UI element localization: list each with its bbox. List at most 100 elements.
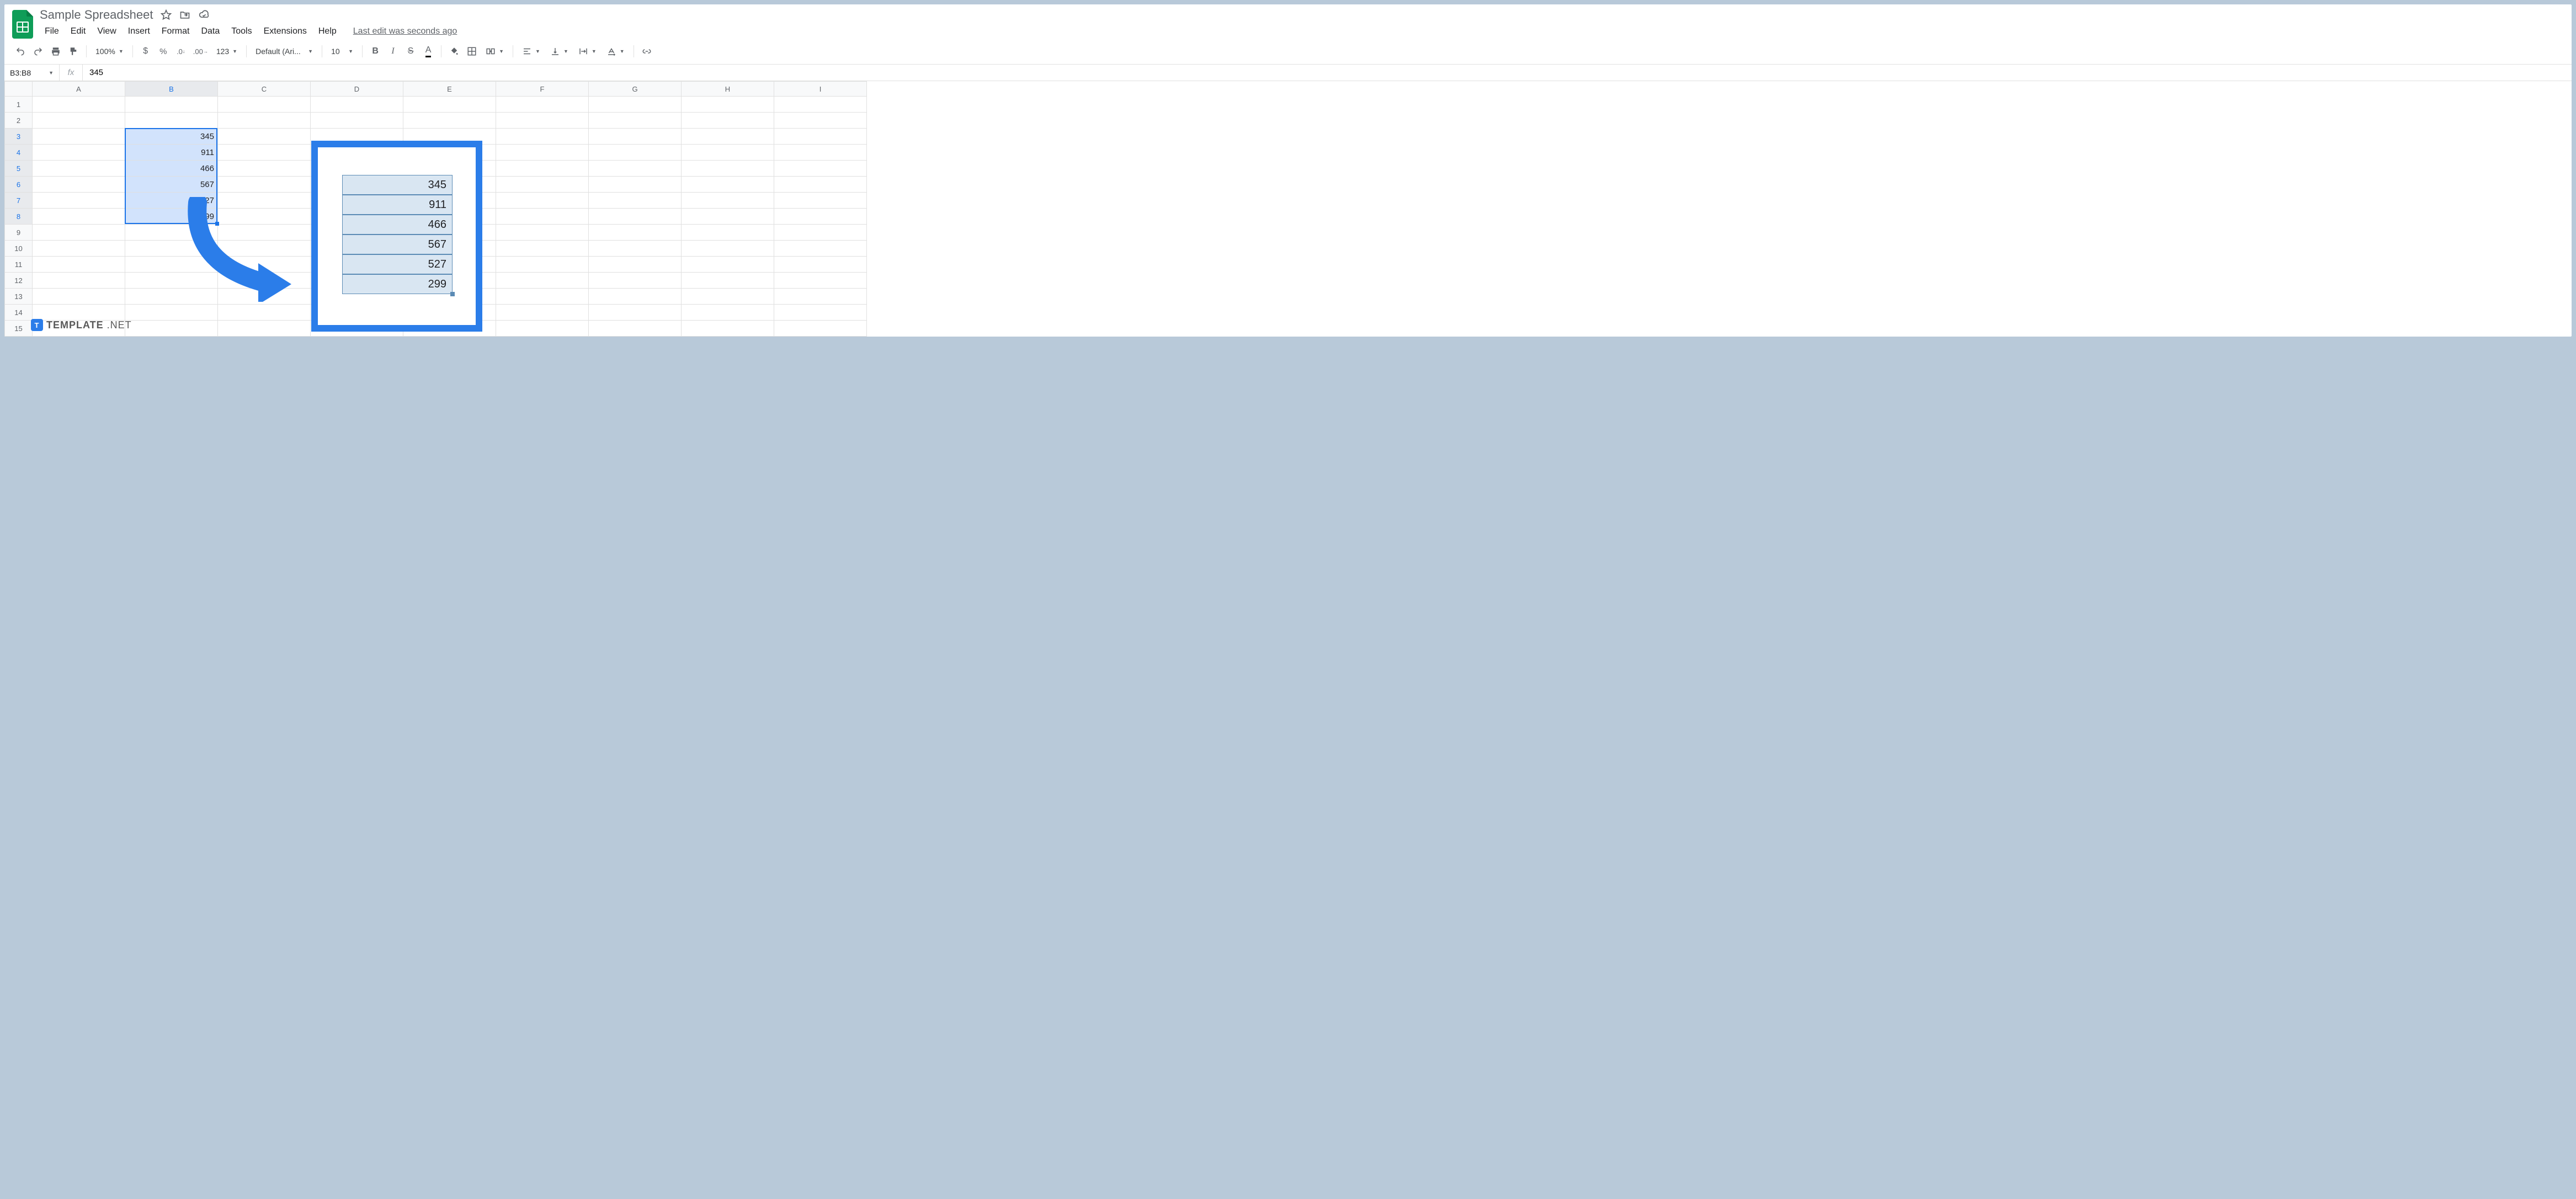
cell[interactable] xyxy=(33,289,125,305)
insert-link-button[interactable] xyxy=(638,43,655,60)
cell[interactable] xyxy=(589,177,682,193)
cell[interactable] xyxy=(496,257,589,273)
cell[interactable] xyxy=(774,209,867,225)
cell[interactable] xyxy=(682,305,774,321)
percent-button[interactable]: % xyxy=(155,43,172,60)
cell[interactable] xyxy=(33,257,125,273)
row-header[interactable]: 11 xyxy=(5,257,33,273)
cell[interactable] xyxy=(403,241,496,257)
cell[interactable] xyxy=(125,321,218,337)
cell[interactable] xyxy=(311,289,403,305)
cell[interactable] xyxy=(311,161,403,177)
cell[interactable]: 567 xyxy=(125,177,218,193)
cell[interactable] xyxy=(496,161,589,177)
cell[interactable] xyxy=(403,97,496,113)
menu-edit[interactable]: Edit xyxy=(66,24,91,39)
cell[interactable] xyxy=(589,209,682,225)
cell[interactable] xyxy=(774,241,867,257)
cell[interactable] xyxy=(218,177,311,193)
cell[interactable] xyxy=(33,145,125,161)
row-header[interactable]: 10 xyxy=(5,241,33,257)
cell[interactable] xyxy=(496,177,589,193)
cell[interactable] xyxy=(403,177,496,193)
cell[interactable] xyxy=(33,241,125,257)
cell[interactable] xyxy=(403,305,496,321)
row-header[interactable]: 12 xyxy=(5,273,33,289)
cell[interactable] xyxy=(774,145,867,161)
formula-input[interactable] xyxy=(83,65,2572,81)
cell[interactable] xyxy=(774,129,867,145)
cell[interactable] xyxy=(33,273,125,289)
cell[interactable] xyxy=(589,321,682,337)
row-header[interactable]: 7 xyxy=(5,193,33,209)
star-icon[interactable] xyxy=(161,9,172,20)
cell[interactable] xyxy=(682,193,774,209)
cell[interactable] xyxy=(682,289,774,305)
col-header[interactable]: G xyxy=(589,82,682,97)
cell[interactable] xyxy=(682,145,774,161)
last-edit-link[interactable]: Last edit was seconds ago xyxy=(353,26,457,36)
print-button[interactable] xyxy=(47,43,64,60)
vertical-align-dropdown[interactable]: ▼ xyxy=(546,43,573,60)
cell[interactable] xyxy=(774,273,867,289)
cell[interactable] xyxy=(125,273,218,289)
menu-insert[interactable]: Insert xyxy=(123,24,155,39)
row-header[interactable]: 1 xyxy=(5,97,33,113)
cell[interactable] xyxy=(682,321,774,337)
horizontal-align-dropdown[interactable]: ▼ xyxy=(518,43,545,60)
row-header[interactable]: 14 xyxy=(5,305,33,321)
cell[interactable] xyxy=(589,97,682,113)
cell[interactable]: 299 xyxy=(125,209,218,225)
cell[interactable] xyxy=(682,225,774,241)
cell[interactable] xyxy=(218,145,311,161)
col-header[interactable]: A xyxy=(33,82,125,97)
menu-file[interactable]: File xyxy=(40,24,64,39)
cell[interactable] xyxy=(774,289,867,305)
cell[interactable] xyxy=(33,129,125,145)
cell[interactable] xyxy=(496,113,589,129)
borders-button[interactable] xyxy=(464,43,480,60)
cell[interactable] xyxy=(125,241,218,257)
text-wrap-dropdown[interactable]: ▼ xyxy=(574,43,601,60)
cell[interactable] xyxy=(218,193,311,209)
row-header[interactable]: 4 xyxy=(5,145,33,161)
cell[interactable] xyxy=(589,161,682,177)
paint-format-button[interactable] xyxy=(65,43,82,60)
cell[interactable] xyxy=(125,225,218,241)
row-header[interactable]: 2 xyxy=(5,113,33,129)
cell[interactable] xyxy=(589,289,682,305)
italic-button[interactable]: I xyxy=(385,43,401,60)
menu-data[interactable]: Data xyxy=(196,24,225,39)
cell[interactable] xyxy=(311,321,403,337)
cell[interactable] xyxy=(33,113,125,129)
menu-extensions[interactable]: Extensions xyxy=(259,24,312,39)
cell[interactable] xyxy=(496,321,589,337)
cell[interactable] xyxy=(218,273,311,289)
cell[interactable] xyxy=(311,273,403,289)
cell[interactable] xyxy=(403,145,496,161)
decrease-decimal-button[interactable]: .0↓ xyxy=(173,43,189,60)
cell[interactable] xyxy=(311,177,403,193)
cell[interactable] xyxy=(311,145,403,161)
cell[interactable]: 345 xyxy=(125,129,218,145)
cell[interactable] xyxy=(33,97,125,113)
cell[interactable] xyxy=(589,225,682,241)
cell[interactable] xyxy=(33,305,125,321)
cell[interactable] xyxy=(496,193,589,209)
cell[interactable] xyxy=(682,241,774,257)
cell[interactable] xyxy=(125,289,218,305)
col-header[interactable]: B xyxy=(125,82,218,97)
cell[interactable] xyxy=(403,113,496,129)
cell[interactable] xyxy=(403,129,496,145)
cell[interactable] xyxy=(33,177,125,193)
cell[interactable] xyxy=(589,129,682,145)
cell[interactable] xyxy=(311,129,403,145)
cell[interactable] xyxy=(496,289,589,305)
text-rotation-dropdown[interactable]: ▼ xyxy=(602,43,629,60)
more-formats-dropdown[interactable]: 123▼ xyxy=(212,43,242,60)
cell[interactable] xyxy=(496,145,589,161)
row-header[interactable]: 9 xyxy=(5,225,33,241)
cell[interactable]: 466 xyxy=(125,161,218,177)
cell[interactable] xyxy=(311,209,403,225)
select-all-corner[interactable] xyxy=(5,82,33,97)
